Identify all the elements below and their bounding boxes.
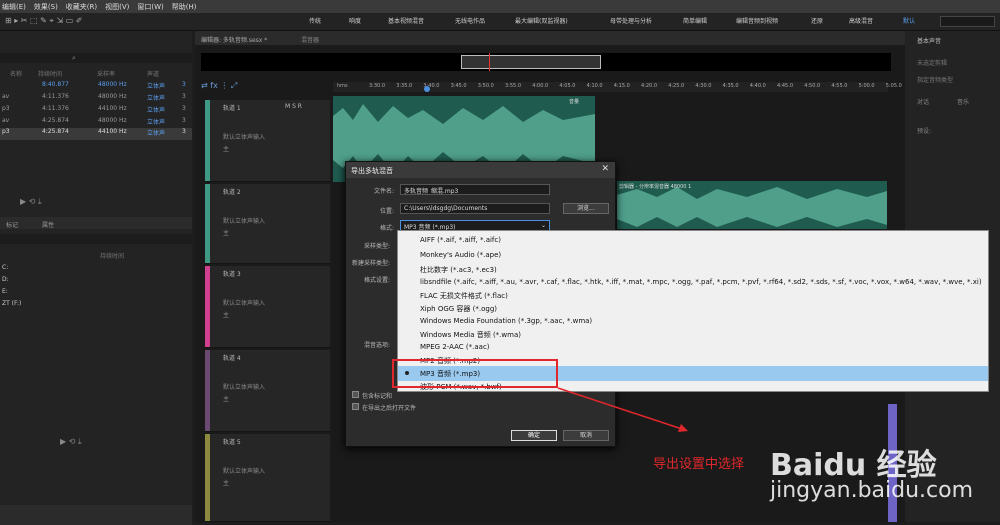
annotation-text: 导出设置中选择 (653, 457, 745, 472)
baidu-watermark-url: jingyan.baidu.com (770, 478, 974, 503)
